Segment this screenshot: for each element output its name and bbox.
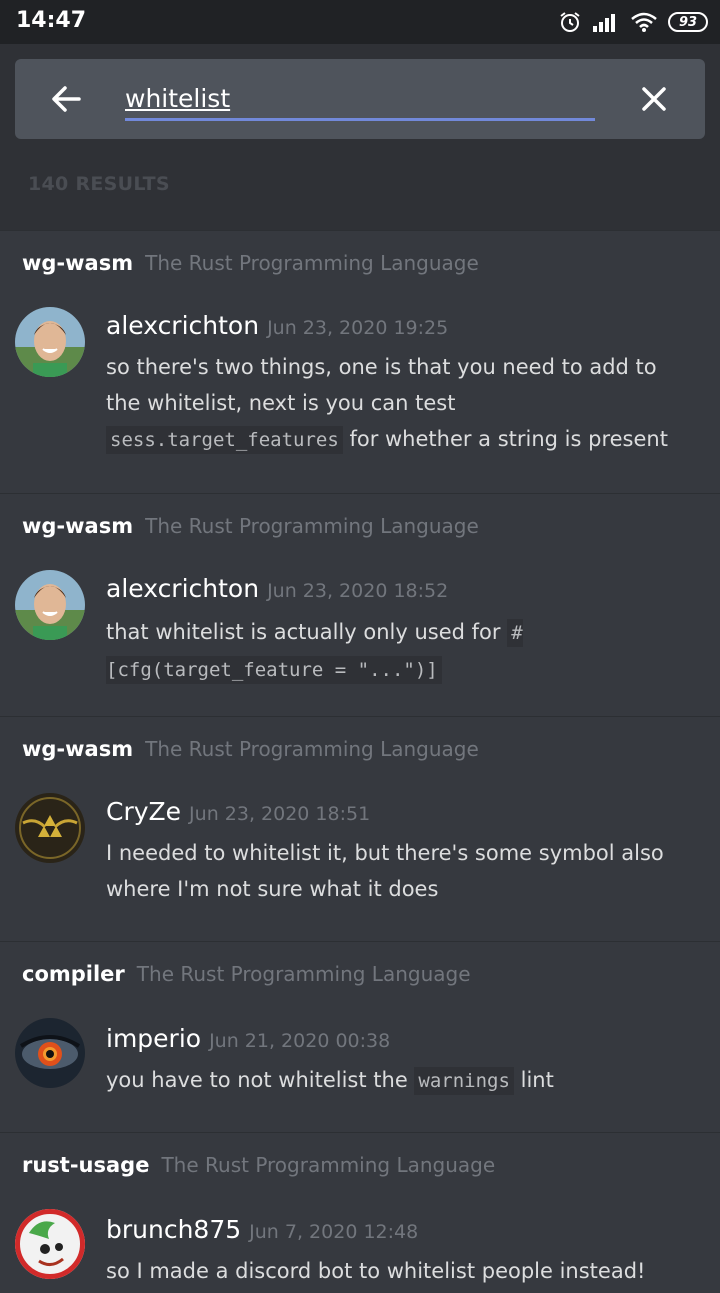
timestamp: Jun 23, 2020 18:52 <box>267 580 449 602</box>
message-header: brunch875 Jun 7, 2020 12:48 <box>106 1215 418 1244</box>
channel-name[interactable]: rust-usage <box>22 1153 149 1177</box>
message-text: for whether a string is present <box>342 427 668 451</box>
search-result[interactable]: rust-usage The Rust Programming Language … <box>0 1132 720 1293</box>
guild-name: The Rust Programming Language <box>136 962 471 986</box>
avatar[interactable] <box>15 793 85 863</box>
message-header: alexcrichton Jun 23, 2020 18:52 <box>106 574 448 603</box>
results-header: 140 RESULTS <box>0 154 720 230</box>
inline-code: warnings <box>414 1067 514 1095</box>
message-header: alexcrichton Jun 23, 2020 19:25 <box>106 311 448 340</box>
close-icon[interactable] <box>641 86 667 116</box>
search-result[interactable]: wg-wasm The Rust Programming Language ale… <box>0 493 720 716</box>
guild-name: The Rust Programming Language <box>145 737 479 761</box>
message-text: you have to not whitelist the <box>106 1068 415 1092</box>
message-content: you have to not whitelist the warnings l… <box>106 1062 696 1099</box>
alarm-icon <box>558 10 582 34</box>
guild-name: The Rust Programming Language <box>145 251 479 275</box>
search-results: wg-wasm The Rust Programming Language ale… <box>0 230 720 1293</box>
message-text: so I made a discord bot to whitelist peo… <box>106 1259 646 1283</box>
message-content: so I made a discord bot to whitelist peo… <box>106 1253 696 1289</box>
result-channel-line: compiler The Rust Programming Language <box>22 962 471 986</box>
guild-name: The Rust Programming Language <box>145 514 479 538</box>
avatar[interactable] <box>15 307 85 377</box>
search-box <box>15 59 705 139</box>
search-input[interactable] <box>125 79 595 121</box>
channel-name[interactable]: wg-wasm <box>22 737 133 761</box>
message-header: imperio Jun 21, 2020 00:38 <box>106 1024 390 1053</box>
message-text: lint <box>513 1068 554 1092</box>
result-channel-line: wg-wasm The Rust Programming Language <box>22 514 479 538</box>
status-icons: 93 <box>558 8 708 36</box>
inline-code: sess.target_features <box>106 426 343 454</box>
message-text: I needed to whitelist it, but there's so… <box>106 841 664 901</box>
author-name[interactable]: imperio <box>106 1024 201 1053</box>
timestamp: Jun 21, 2020 00:38 <box>209 1030 391 1052</box>
search-result[interactable]: compiler The Rust Programming Language im… <box>0 941 720 1132</box>
message-content: that whitelist is actually only used for… <box>106 614 696 688</box>
timestamp: Jun 23, 2020 19:25 <box>267 317 449 339</box>
author-name[interactable]: alexcrichton <box>106 574 259 603</box>
result-channel-line: wg-wasm The Rust Programming Language <box>22 737 479 761</box>
avatar[interactable] <box>15 570 85 640</box>
battery-icon: 93 <box>668 12 708 32</box>
search-result[interactable]: wg-wasm The Rust Programming Language Cry… <box>0 716 720 941</box>
status-time: 14:47 <box>16 8 87 33</box>
search-result[interactable]: wg-wasm The Rust Programming Language ale… <box>0 230 720 493</box>
author-name[interactable]: alexcrichton <box>106 311 259 340</box>
author-name[interactable]: brunch875 <box>106 1215 241 1244</box>
channel-name[interactable]: wg-wasm <box>22 251 133 275</box>
message-content: I needed to whitelist it, but there's so… <box>106 835 696 907</box>
guild-name: The Rust Programming Language <box>161 1153 496 1177</box>
channel-name[interactable]: compiler <box>22 962 125 986</box>
signal-icon <box>592 12 620 32</box>
timestamp: Jun 23, 2020 18:51 <box>189 803 371 825</box>
channel-name[interactable]: wg-wasm <box>22 514 133 538</box>
message-content: so there's two things, one is that you n… <box>106 349 696 458</box>
results-count: 140 RESULTS <box>28 173 170 195</box>
result-channel-line: rust-usage The Rust Programming Language <box>22 1153 495 1177</box>
avatar[interactable] <box>15 1209 85 1279</box>
wifi-icon <box>630 11 658 33</box>
message-header: CryZe Jun 23, 2020 18:51 <box>106 797 370 826</box>
result-channel-line: wg-wasm The Rust Programming Language <box>22 251 479 275</box>
timestamp: Jun 7, 2020 12:48 <box>249 1221 419 1243</box>
author-name[interactable]: CryZe <box>106 797 181 826</box>
message-text: that whitelist is actually only used for <box>106 620 508 644</box>
search-header <box>0 44 720 154</box>
message-text: so there's two things, one is that you n… <box>106 355 657 415</box>
arrow-left-icon[interactable] <box>51 85 81 117</box>
avatar[interactable] <box>15 1018 85 1088</box>
status-bar: 14:47 93 <box>0 0 720 44</box>
